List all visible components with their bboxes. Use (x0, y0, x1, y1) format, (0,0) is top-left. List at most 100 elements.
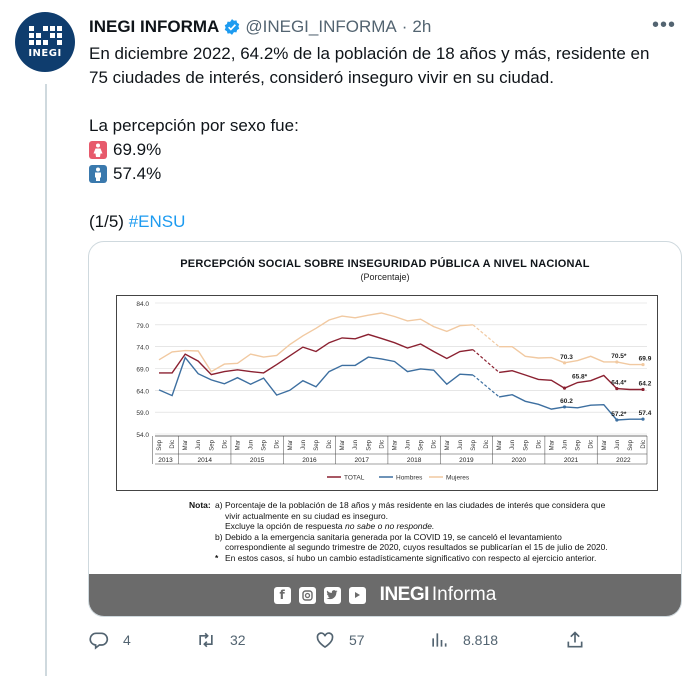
x-tick-label: Sep (628, 439, 634, 450)
year-label: 2018 (407, 457, 422, 464)
more-icon[interactable]: ••• (652, 14, 676, 37)
thread-line (45, 84, 47, 676)
tweet-header: INEGI INFORMA @INEGI_INFORMA · 2h (89, 16, 680, 38)
x-tick-label: Mar (392, 440, 398, 450)
data-label: 69.9 (639, 356, 652, 363)
x-tick-label: Mar (183, 440, 189, 450)
x-tick-label: Mar (340, 440, 346, 450)
x-tick-label: Dic (327, 440, 333, 449)
data-label: 70.5* (611, 353, 627, 360)
year-label: 2013 (158, 457, 173, 464)
share-icon (567, 631, 583, 648)
x-tick-label: Jun (563, 440, 569, 450)
x-tick-label: Sep (314, 439, 320, 450)
x-tick-label: Mar (497, 440, 503, 450)
series-line-mujeres (158, 312, 473, 373)
retweet-button[interactable]: 32 (196, 630, 246, 650)
y-tick-label: 59.0 (136, 410, 149, 417)
x-tick-label: Mar (602, 440, 608, 450)
data-point (641, 417, 645, 421)
x-tick-label: Jun (406, 440, 412, 450)
x-tick-label: Sep (419, 439, 425, 450)
author-name[interactable]: INEGI INFORMA (89, 17, 219, 37)
x-tick-label: Jun (249, 440, 255, 450)
data-point (562, 386, 567, 390)
woman-icon (89, 141, 107, 159)
like-icon (316, 632, 334, 649)
retweet-icon (199, 632, 213, 648)
instagram-icon (298, 586, 316, 604)
x-tick-label: Jun (510, 440, 516, 450)
x-tick-label: Mar (549, 440, 555, 450)
note-b: b) Debido a la emergencia sanitaria gene… (215, 531, 562, 542)
year-label: 2017 (355, 457, 370, 464)
timestamp[interactable]: 2h (412, 17, 431, 37)
note-a-line2: vivir actualmente en su ciudad es insegu… (225, 510, 389, 521)
x-tick-label: Dic (536, 440, 542, 449)
y-tick-label: 69.0 (136, 367, 149, 374)
data-point (562, 405, 567, 409)
line-chart: 84.0 79.0 74.0 69.0 64.0 59.0 54.0 70.3 69.9 70.5… (136, 301, 652, 482)
x-tick-label: Dic (379, 440, 385, 449)
tweet-actions: 4 32 57 8.818 (89, 630, 589, 656)
hashtag-link[interactable]: #ENSU (129, 212, 186, 231)
female-stat: 69.9% (89, 138, 685, 162)
series-gap-mujeres (472, 324, 500, 348)
views-button[interactable]: 8.818 (429, 630, 498, 650)
x-tick-label: Dic (484, 440, 490, 449)
share-button[interactable] (565, 630, 599, 650)
x-tick-label: Sep (262, 439, 268, 450)
data-label: 64.4* (611, 380, 627, 387)
separator: · (401, 17, 408, 36)
x-tick-label: Sep (471, 439, 477, 450)
x-tick-label: Mar (235, 440, 241, 450)
x-tick-label: Sep (209, 439, 215, 450)
like-count: 57 (349, 632, 365, 648)
facebook-icon: f (273, 586, 291, 604)
year-label: 2020 (511, 457, 526, 464)
x-tick-label: Jun (196, 440, 202, 450)
year-label: 2016 (302, 457, 317, 464)
data-label: 60.2 (560, 398, 573, 405)
tweet-text-line: 75 ciudades de interés, consideró insegu… (89, 68, 554, 87)
legend-label: TOTAL (344, 475, 365, 482)
legend-label: Mujeres (446, 475, 470, 482)
reply-button[interactable]: 4 (89, 630, 131, 650)
x-tick-label: Mar (288, 440, 294, 450)
x-tick-label: Jun (353, 440, 359, 450)
like-button[interactable]: 57 (315, 630, 365, 650)
views-count: 8.818 (463, 632, 499, 648)
chart-title: PERCEPCIÓN SOCIAL SOBRE INSEGURIDAD PÚBL… (180, 258, 590, 270)
notes-label: Nota: (189, 500, 211, 510)
views-icon (432, 633, 447, 647)
media-card[interactable]: PERCEPCIÓN SOCIAL SOBRE INSEGURIDAD PÚBL… (88, 241, 682, 617)
tweet-text-line: La percepción por sexo fue: (89, 116, 299, 135)
reply-count: 4 (123, 632, 131, 648)
man-icon (89, 165, 107, 183)
x-tick-label: Jun (301, 440, 307, 450)
x-tick-label: Dic (222, 440, 228, 449)
verified-badge-icon (225, 19, 240, 35)
data-label: 57.4 (639, 410, 652, 417)
series-gap-hombres (472, 374, 500, 398)
y-tick-label: 79.0 (136, 323, 149, 330)
male-stat: 57.4% (89, 162, 685, 186)
x-tick-label: Sep (523, 439, 529, 450)
note-star: * En estos casos, sí hubo un cambio esta… (215, 552, 597, 563)
x-tick-label: Dic (589, 440, 595, 449)
male-value: 57.4% (113, 164, 162, 183)
y-tick-label: 64.0 (136, 388, 149, 395)
y-tick-label: 84.0 (136, 301, 149, 308)
avatar[interactable]: INEGI (15, 12, 75, 72)
x-tick-label: Sep (366, 439, 372, 450)
chart-notes: Nota: a) Porcentaje de la población de 1… (189, 500, 629, 563)
data-point (562, 361, 567, 365)
author-handle[interactable]: @INEGI_INFORMA (245, 17, 396, 37)
year-label: 2014 (198, 457, 213, 464)
data-label: 70.3 (560, 354, 573, 361)
retweet-count: 32 (230, 632, 246, 648)
year-label: 2022 (616, 457, 631, 464)
y-tick-label: 54.0 (136, 432, 149, 439)
year-label: 2019 (459, 457, 474, 464)
year-label: 2021 (564, 457, 579, 464)
